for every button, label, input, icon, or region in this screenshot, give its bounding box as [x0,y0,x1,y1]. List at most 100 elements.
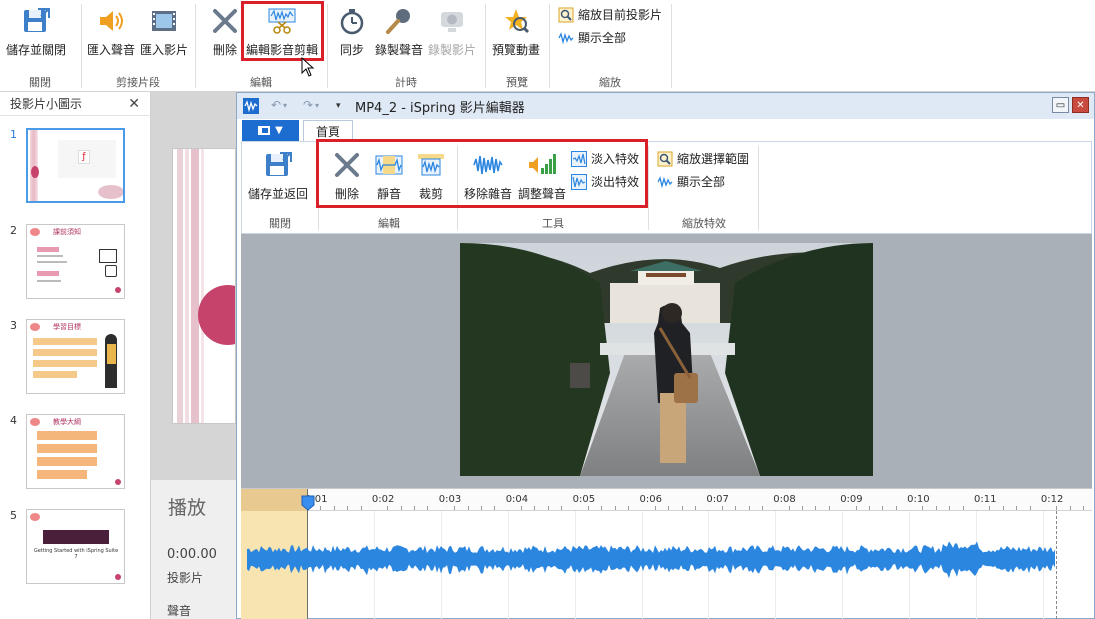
slide-heading: 課前須知 [53,228,81,236]
selection-range-marker[interactable] [241,489,308,511]
ruler-minor-tick [587,506,589,510]
restore-button[interactable]: ▭ [1052,97,1069,113]
ruler-minor-tick [802,506,804,510]
close-icon[interactable]: ✕ [128,96,140,112]
record-audio-label: 錄製聲音 [375,43,424,57]
ruler-minor-tick [989,506,991,510]
ruler-minor-tick [628,506,630,510]
chevron-down-icon: ▼ [275,125,283,136]
ruler-minor-tick [333,506,335,510]
zoom-current-slide-button[interactable]: 縮放目前投影片 [558,6,662,23]
book-icon [99,249,117,263]
show-all-label: 顯示全部 [578,31,627,45]
group-label-clips: 剪接片段 [116,76,160,89]
ruler-tick-label: 0:07 [706,494,729,505]
undo-icon[interactable]: ↶ [271,98,281,112]
sync-label: 同步 [339,43,364,57]
ruler-minor-tick [855,506,857,510]
ribbon-group-zoom: 縮放目前投影片 顯示全部 縮放 [550,0,670,92]
show-all-label: 顯示全部 [677,175,726,189]
show-all-button[interactable]: 顯示全部 [657,173,725,190]
ruler-minor-tick [922,506,924,510]
save-return-icon [261,148,295,182]
record-audio-button[interactable]: 錄製聲音 [375,4,423,58]
tab-home[interactable]: 首頁 [303,120,353,141]
slide-heading: 教學大綱 [53,418,81,426]
import-video-button[interactable]: 匯入影片 [140,4,188,58]
record-video-button[interactable]: 錄製影片 [428,4,476,58]
playhead-marker-icon[interactable] [301,495,315,511]
save-return-label: 儲存並返回 [248,187,309,201]
slide-number: 1 [10,128,17,141]
window-titlebar: ↶ ▾ ↷ ▾ ▾ MP4_2 - iSpring 影片編輯器 ▭ ✕ [237,93,1094,119]
time-readout: 0:00.00 [167,547,217,562]
sync-button[interactable]: 同步 [335,4,369,58]
zoom-selection-button[interactable]: 縮放選擇範圍 [657,150,749,167]
ruler-minor-tick [360,506,362,510]
video-still-image [460,243,873,476]
import-video-label: 匯入影片 [140,43,189,57]
ruler-minor-tick [547,506,549,510]
import-audio-button[interactable]: 匯入聲音 [87,4,135,58]
timeline-ruler: 0:01 0:02 0:03 0:04 0:05 0:06 0:07 0:08 0:09 0:10… [241,489,1092,511]
ruler-minor-tick [1083,506,1085,510]
ruler-minor-tick [494,506,496,510]
close-button[interactable]: ✕ [1072,97,1089,113]
slide-panel-title: 投影片小圖示 [10,97,83,111]
ruler-minor-tick [614,506,616,510]
save-return-button[interactable]: 儲存並返回 [248,148,308,202]
ruler-minor-tick [414,506,416,510]
ruler-tick-label: 0:05 [572,494,596,505]
ruler-minor-tick [868,506,870,510]
ruler-tick-label: 0:10 [907,494,930,505]
play-label[interactable]: 播放 [168,493,206,520]
redo-icon[interactable]: ↷ [303,98,313,112]
ruler-tick-label: 0:06 [639,494,662,505]
app-logo-icon [243,98,259,114]
file-menu-button[interactable]: ▼ [242,120,299,141]
speaker-icon [94,4,128,38]
slide-preview: Getting Started with iSpring Suite 7 [26,509,125,584]
ruler-tick-label: 0:11 [974,494,997,505]
preview-animation-button[interactable]: 預覽動畫 [492,4,540,58]
slide-preview: 教學大綱 [26,414,125,489]
ruler-minor-tick [1056,506,1058,510]
slide-number: 3 [10,319,17,332]
ruler-tick-label: 0:02 [371,494,395,505]
preview-star-icon [499,4,533,38]
slide-number: 4 [10,414,17,427]
gear-icon [105,265,117,277]
zoom-magnifier-icon [657,151,673,167]
ribbon-group-clips: 匯入聲音 匯入影片 剪接片段 [82,0,194,92]
group-label-tools: 工具 [542,217,564,230]
group-label-zoom: 縮放 [599,76,621,89]
ruler-minor-tick [668,506,670,510]
ruler-minor-tick [721,506,723,510]
ruler-tick-label: 0:03 [438,494,462,505]
import-audio-label: 匯入聲音 [87,43,136,57]
flash-icon: ƒ [78,150,90,164]
zoom-current-slide-label: 縮放目前投影片 [578,8,663,22]
zoom-selection-label: 縮放選擇範圍 [677,152,750,166]
dropdown-arrow-icon[interactable]: ▾ [283,101,287,110]
group-label-zoom: 縮放特效 [682,217,726,230]
slide-panel-header: 投影片小圖示 ✕ [0,92,150,116]
audio-waveform [247,541,1055,579]
ribbon-group-timing: 同步 錄製聲音 錄製影片 計時 [328,0,484,92]
ruler-minor-tick [1002,506,1004,510]
save-close-button[interactable]: 儲存並關閉 [6,4,66,58]
slide-thumbnail-panel: 投影片小圖示 ✕ 1 ƒ 2 課前須知 3 學習目標 4 教學大綱 5 Gett… [0,92,151,619]
dropdown-arrow-icon[interactable]: ▾ [315,101,319,110]
save-close-icon [19,4,53,38]
window-title: MP4_2 - iSpring 影片編輯器 [355,100,525,116]
slide-number: 5 [10,509,17,522]
delete-button[interactable]: 刪除 [208,4,242,58]
ruler-minor-tick [828,506,830,510]
show-all-button[interactable]: 顯示全部 [558,29,626,46]
ruler-tick-label: 0:09 [840,494,863,505]
audio-timeline[interactable]: 0:01 0:02 0:03 0:04 0:05 0:06 0:07 0:08 0:09 0:10… [241,488,1092,619]
customize-toolbar-icon[interactable]: ▾ [336,101,341,111]
slide-heading: 學習目標 [53,323,81,331]
ruler-minor-tick [681,506,683,510]
ruler-minor-tick [654,506,656,510]
